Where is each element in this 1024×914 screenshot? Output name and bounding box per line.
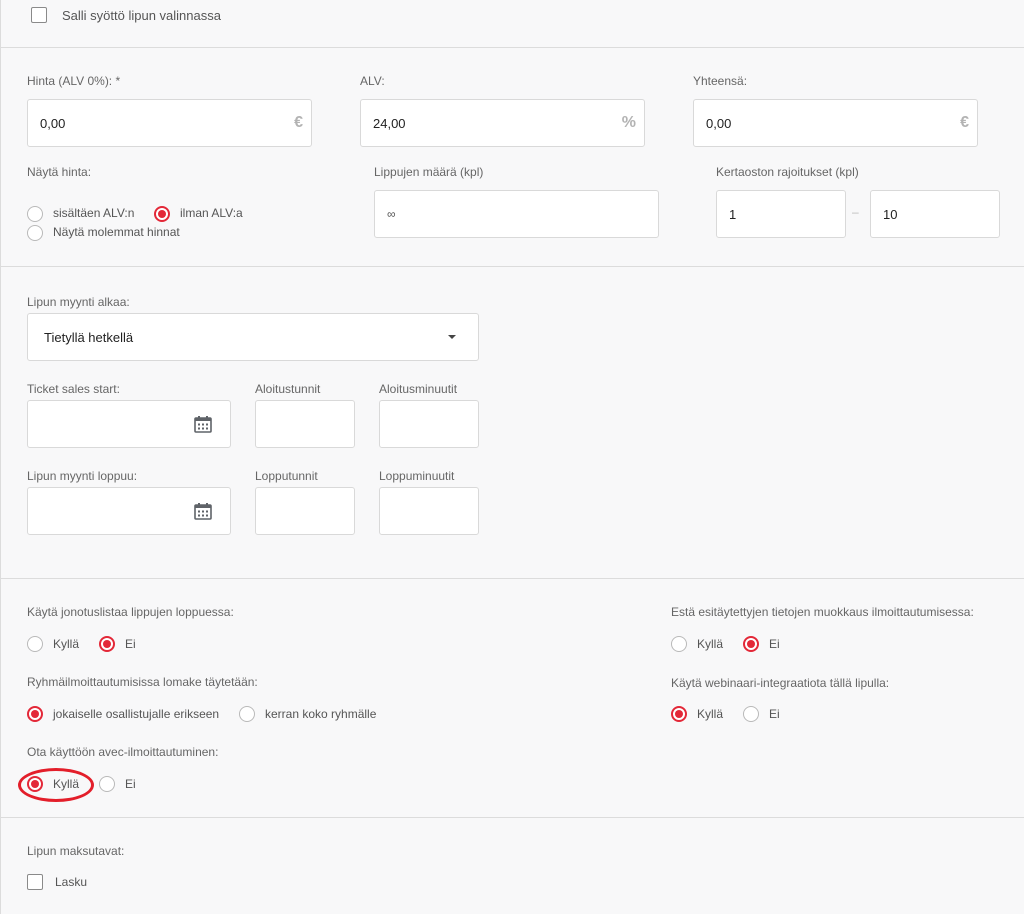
waitlist-no-label: Ei bbox=[125, 637, 136, 651]
limits-separator: – bbox=[852, 205, 859, 219]
waitlist-yes-label: Kyllä bbox=[53, 637, 80, 651]
radio-prefill-yes[interactable] bbox=[671, 636, 687, 652]
vat-value: 24,00 bbox=[373, 115, 406, 131]
quantity-value: ∞ bbox=[387, 207, 396, 221]
price-label: Hinta (ALV 0%): * bbox=[27, 74, 121, 88]
sales-start-mode-label: Lipun myynti alkaa: bbox=[27, 295, 130, 309]
prefill-lock-label: Estä esitäytettyjen tietojen muokkaus il… bbox=[671, 605, 974, 619]
option-incl-vat: sisältäen ALV:n bbox=[53, 206, 135, 220]
group-once-label: kerran koko ryhmälle bbox=[265, 707, 377, 721]
end-minutes-input[interactable] bbox=[379, 487, 479, 535]
waitlist-label: Käytä jonotuslistaa lippujen loppuessa: bbox=[27, 605, 234, 619]
sales-end-date-input[interactable] bbox=[27, 487, 231, 535]
start-minutes-input[interactable] bbox=[379, 400, 479, 448]
display-price-label: Näytä hinta: bbox=[27, 165, 92, 179]
radio-group-once[interactable] bbox=[239, 706, 255, 722]
euro-icon: € bbox=[960, 114, 969, 131]
radio-webinar-yes[interactable] bbox=[671, 706, 687, 722]
limit-min-value: 1 bbox=[729, 206, 737, 222]
chevron-down-icon bbox=[448, 335, 456, 339]
limit-min-input[interactable]: 1 bbox=[716, 190, 846, 238]
invoice-label: Lasku bbox=[55, 875, 88, 889]
prefill-yes-label: Kyllä bbox=[697, 637, 724, 651]
radio-waitlist-yes[interactable] bbox=[27, 636, 43, 652]
allow-input-label: Salli syöttö lipun valinnassa bbox=[62, 8, 221, 23]
section-divider bbox=[0, 266, 1024, 267]
radio-webinar-no[interactable] bbox=[743, 706, 759, 722]
section-divider bbox=[0, 578, 1024, 579]
radio-both-prices[interactable] bbox=[27, 225, 43, 241]
price-input[interactable]: 0,00 € bbox=[27, 99, 312, 147]
total-value: 0,00 bbox=[706, 115, 732, 131]
total-input[interactable]: 0,00 € bbox=[693, 99, 978, 147]
option-both-prices: Näytä molemmat hinnat bbox=[53, 225, 180, 239]
limits-label: Kertaoston rajoitukset (kpl) bbox=[716, 165, 859, 179]
sales-start-mode-select[interactable]: Tietyllä hetkellä bbox=[27, 313, 479, 361]
avec-no-label: Ei bbox=[125, 777, 136, 791]
vat-input[interactable]: 24,00 % bbox=[360, 99, 645, 147]
limit-max-value: 10 bbox=[883, 206, 898, 222]
calendar-icon[interactable] bbox=[194, 502, 212, 520]
start-hours-input[interactable] bbox=[255, 400, 355, 448]
sales-start-mode-value: Tietyllä hetkellä bbox=[44, 329, 134, 345]
start-hours-label: Aloitustunnit bbox=[255, 382, 321, 396]
radio-group-each[interactable] bbox=[27, 706, 43, 722]
group-each-label: jokaiselle osallistujalle erikseen bbox=[53, 707, 220, 721]
total-label: Yhteensä: bbox=[693, 74, 748, 88]
prefill-no-label: Ei bbox=[769, 637, 780, 651]
limit-max-input[interactable]: 10 bbox=[870, 190, 1000, 238]
payment-methods-label: Lipun maksutavat: bbox=[27, 844, 125, 858]
start-minutes-label: Aloitusminuutit bbox=[379, 382, 458, 396]
allow-input-checkbox[interactable] bbox=[31, 7, 47, 23]
webinar-label: Käytä webinaari-integraatiota tällä lipu… bbox=[671, 676, 890, 690]
group-form-label: Ryhmäilmoittautumisissa lomake täytetään… bbox=[27, 675, 258, 689]
section-divider bbox=[0, 817, 1024, 818]
euro-icon: € bbox=[294, 114, 303, 131]
section-divider bbox=[0, 47, 1024, 48]
left-border bbox=[0, 0, 1, 914]
end-hours-input[interactable] bbox=[255, 487, 355, 535]
end-hours-label: Lopputunnit bbox=[255, 469, 318, 483]
sales-start-date-input[interactable] bbox=[27, 400, 231, 448]
radio-excl-vat[interactable] bbox=[154, 206, 170, 222]
quantity-input[interactable]: ∞ bbox=[374, 190, 659, 238]
sales-end-label: Lipun myynti loppuu: bbox=[27, 469, 138, 483]
webinar-no-label: Ei bbox=[769, 707, 780, 721]
invoice-checkbox[interactable] bbox=[27, 874, 43, 890]
webinar-yes-label: Kyllä bbox=[697, 707, 724, 721]
calendar-icon[interactable] bbox=[194, 415, 212, 433]
option-excl-vat: ilman ALV:a bbox=[180, 206, 243, 220]
vat-label: ALV: bbox=[360, 74, 385, 88]
avec-label: Ota käyttöön avec-ilmoittautuminen: bbox=[27, 745, 219, 759]
percent-icon: % bbox=[621, 114, 636, 131]
radio-prefill-no[interactable] bbox=[743, 636, 759, 652]
radio-avec-no[interactable] bbox=[99, 776, 115, 792]
quantity-label: Lippujen määrä (kpl) bbox=[374, 165, 484, 179]
sales-start-label: Ticket sales start: bbox=[27, 382, 120, 396]
end-minutes-label: Loppuminuutit bbox=[379, 469, 455, 483]
radio-incl-vat[interactable] bbox=[27, 206, 43, 222]
radio-waitlist-no[interactable] bbox=[99, 636, 115, 652]
highlight-annotation bbox=[18, 768, 94, 802]
price-value: 0,00 bbox=[40, 115, 66, 131]
